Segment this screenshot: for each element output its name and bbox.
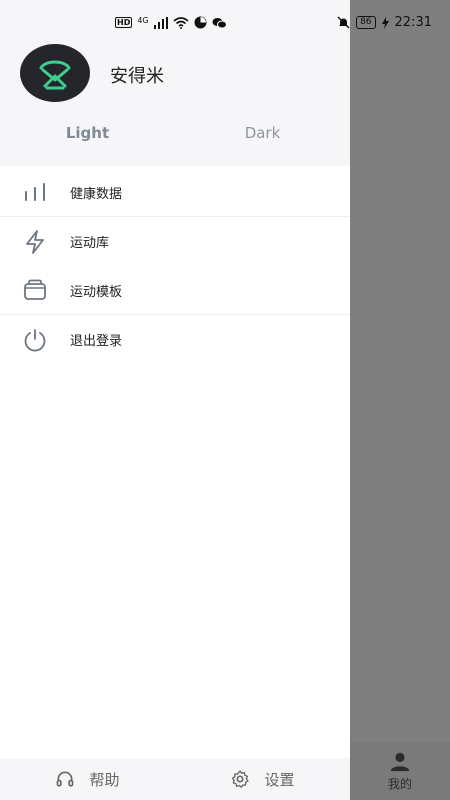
battery-level: 86 — [356, 16, 376, 29]
wifi-icon — [173, 16, 189, 29]
drawer-menu: 健康数据 运动库 运动模板 退出登录 — [0, 168, 350, 364]
app-notification-icon — [194, 16, 207, 29]
menu-item-exercise-template[interactable]: 运动模板 — [0, 266, 350, 315]
menu-item-exercise-library[interactable]: 运动库 — [0, 217, 350, 266]
tab-mine-label: 我的 — [387, 776, 412, 791]
avatar[interactable] — [20, 44, 90, 102]
theme-toggle: Light Dark — [0, 118, 350, 148]
person-icon — [390, 752, 410, 771]
theme-dark-option[interactable]: Dark — [175, 118, 350, 148]
power-icon — [22, 327, 48, 353]
app-logo-icon — [39, 60, 71, 90]
menu-item-label: 运动库 — [70, 236, 110, 251]
tab-mine: 我的 — [350, 742, 450, 800]
gear-icon — [232, 770, 250, 788]
menu-item-label: 运动模板 — [70, 284, 123, 300]
status-time: 22:31 — [394, 15, 432, 30]
template-icon — [22, 277, 48, 303]
status-bar: HD 4G 86 22:31 — [0, 0, 450, 48]
menu-item-label: 退出登录 — [70, 334, 123, 349]
settings-button[interactable]: 设置 — [175, 758, 350, 800]
status-icons-left: HD 4G — [115, 16, 227, 29]
drawer-backdrop[interactable]: 我的 — [350, 0, 450, 800]
help-button[interactable]: 帮助 — [0, 758, 175, 800]
profile-name: 安得米 — [110, 66, 164, 87]
help-label: 帮助 — [89, 770, 120, 789]
hd-badge: HD — [115, 17, 133, 28]
drawer-footer: 帮助 设置 — [0, 758, 350, 800]
lightning-icon — [22, 229, 48, 255]
network-type: 4G — [137, 16, 149, 25]
status-icons-right: 86 22:31 — [337, 15, 432, 30]
menu-item-logout[interactable]: 退出登录 — [0, 315, 350, 364]
headphones-icon — [57, 771, 74, 787]
charging-icon — [381, 16, 389, 29]
theme-light-option[interactable]: Light — [0, 118, 175, 148]
wechat-icon — [212, 17, 227, 28]
menu-item-label: 健康数据 — [70, 186, 123, 202]
settings-label: 设置 — [264, 770, 295, 789]
bar-chart-icon — [22, 179, 48, 205]
menu-item-health-data[interactable]: 健康数据 — [0, 168, 350, 217]
signal-icon — [153, 16, 168, 29]
mute-bell-icon — [337, 16, 350, 29]
side-drawer: 安得米 Light Dark 健康数据 运动库 运动模板 退出登录 帮助 设置 — [0, 0, 350, 800]
